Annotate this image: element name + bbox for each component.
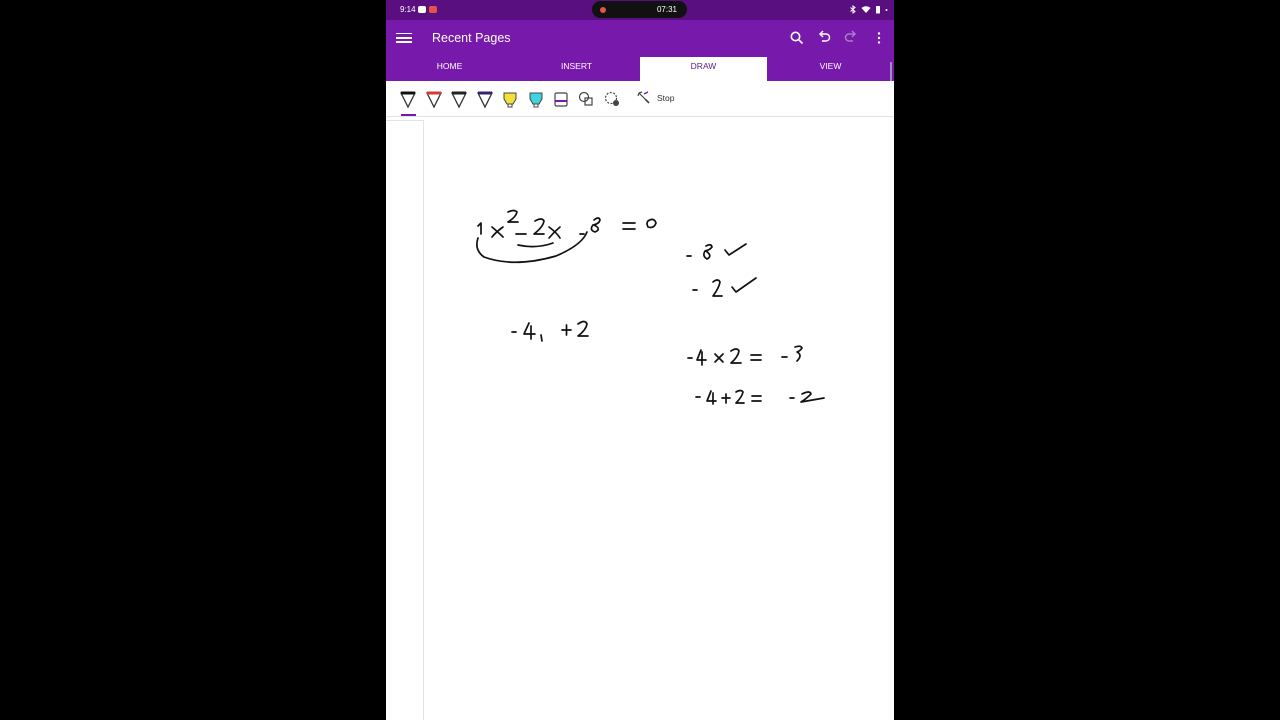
ink-multiplication-check — [687, 345, 803, 366]
ink-equation — [476, 209, 657, 264]
ink-sum-check — [695, 389, 825, 405]
ink-canvas[interactable] — [386, 0, 894, 720]
ink-factors — [511, 320, 589, 342]
onenote-window: 9:14 07:31 Recent Pages HOME INSERT DRAW… — [386, 0, 894, 720]
ink-check-list — [686, 243, 757, 297]
